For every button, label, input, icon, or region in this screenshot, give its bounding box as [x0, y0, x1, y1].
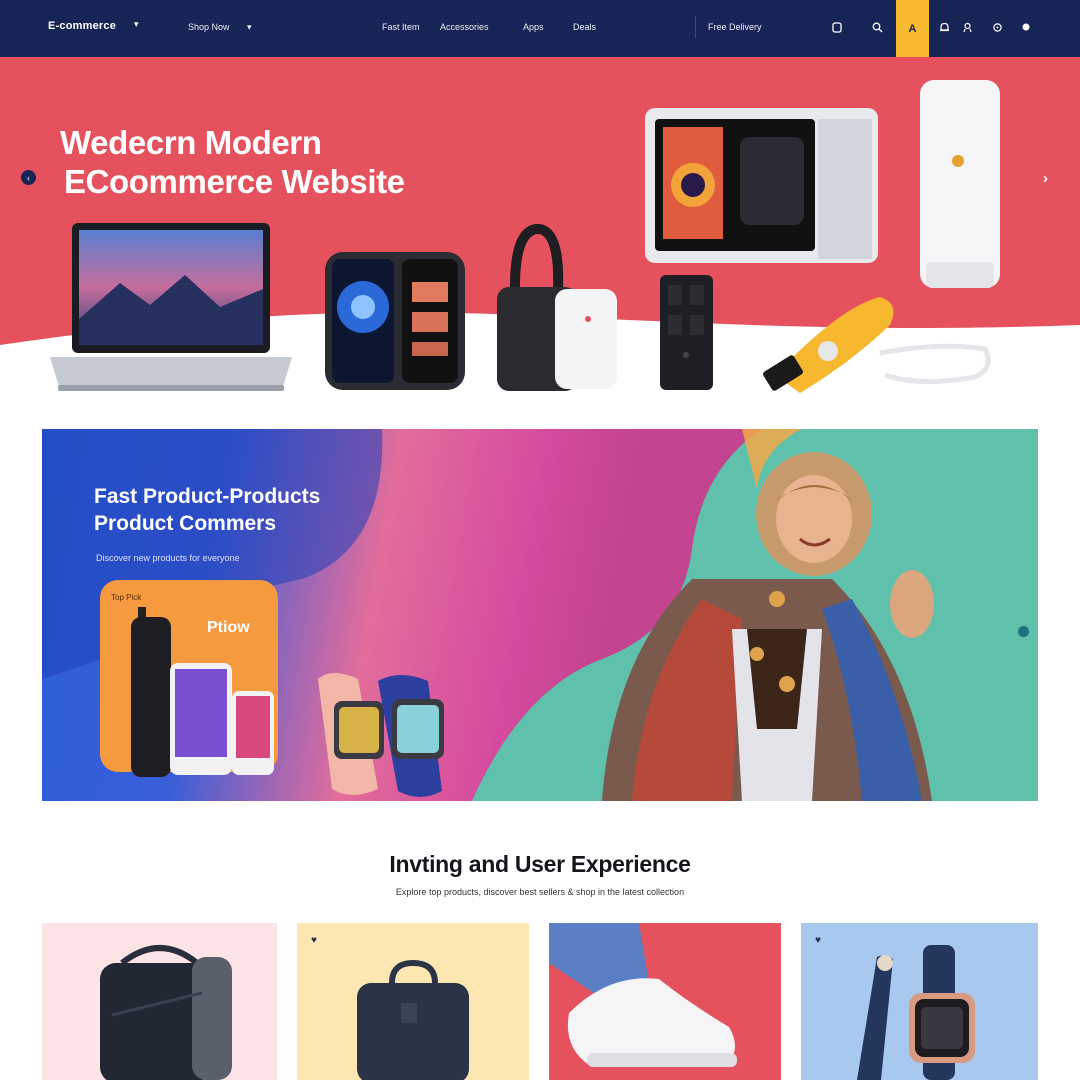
nav-link-shop[interactable]: Shop Now: [188, 22, 230, 32]
speaker-image: [497, 224, 617, 391]
backpack-image: [100, 945, 232, 1080]
monitor-image: [645, 108, 878, 263]
product-card-watch[interactable]: ♥: [801, 923, 1038, 1080]
nav-link-apps[interactable]: Apps: [523, 22, 544, 32]
nav-link-deals[interactable]: Deals: [573, 22, 596, 32]
bag-image: [357, 959, 469, 1080]
smartwatch-image: [318, 673, 444, 797]
heart-icon[interactable]: [988, 18, 1006, 36]
router-image: [920, 80, 1000, 288]
sneaker-image: [549, 923, 737, 1067]
smart-device-image: [325, 252, 465, 390]
model-person-image: [602, 452, 934, 801]
product-card-backpack[interactable]: [42, 923, 277, 1080]
account-icon[interactable]: [958, 18, 976, 36]
site-logo[interactable]: E-commerce: [48, 20, 116, 32]
carousel-dot[interactable]: [1018, 626, 1029, 637]
favorite-icon[interactable]: ♥: [815, 935, 821, 946]
hero-banner: Wedecrn Modern ECoommerce Website ‹ ›: [0, 57, 1080, 410]
hero-products: [50, 80, 1000, 393]
promo-banner[interactable]: Fast Product-Products Product Commers Di…: [42, 429, 1038, 801]
search-icon[interactable]: [868, 18, 886, 36]
favorite-icon[interactable]: ♥: [311, 935, 317, 946]
user-icon[interactable]: [828, 18, 846, 36]
product-card-sneaker[interactable]: [549, 923, 781, 1080]
section-title: Invting and User Experience: [389, 851, 691, 877]
nav-link-caret[interactable]: ▾: [247, 22, 252, 33]
nav-link-accessories[interactable]: Accessories: [440, 22, 489, 32]
top-nav: E-commerce ▾ Shop Now ▾ Fast Item Access…: [0, 0, 1080, 57]
cart-icon[interactable]: A: [896, 0, 929, 57]
nav-divider: [695, 16, 696, 38]
remote-image: [660, 275, 713, 390]
section-subtitle: Explore top products, discover best sell…: [395, 887, 685, 897]
nav-link-fast-item[interactable]: Fast Item: [382, 22, 420, 32]
phone-image: [170, 663, 274, 775]
promo-products: [131, 452, 934, 801]
water-bottle-image: [131, 607, 171, 777]
settings-icon[interactable]: [1017, 18, 1035, 36]
bell-icon[interactable]: [935, 18, 953, 36]
laptop-image: [50, 223, 292, 391]
product-card-bag[interactable]: ♥: [297, 923, 529, 1080]
logo-chevron-icon[interactable]: ▾: [134, 19, 139, 30]
nav-promo-text[interactable]: Free Delivery: [708, 22, 762, 32]
usb-gadget-image: [763, 297, 991, 393]
watch-image: [857, 945, 975, 1080]
